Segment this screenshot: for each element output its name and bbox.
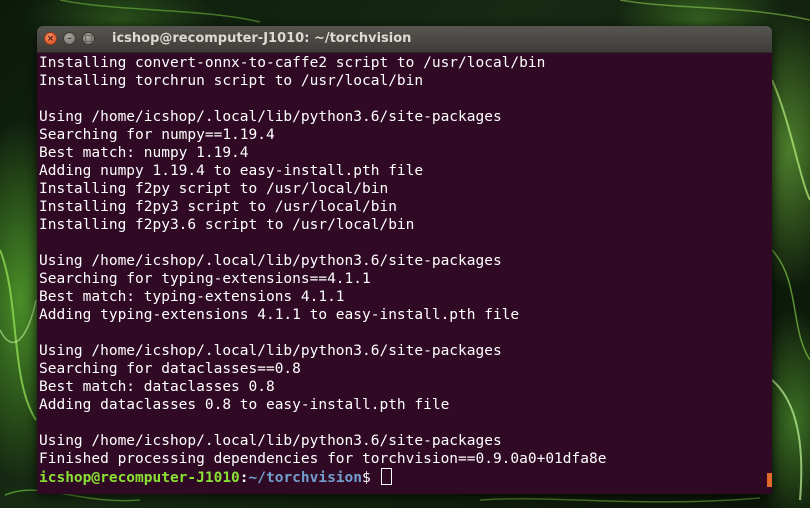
terminal-line: Using /home/icshop/.local/lib/python3.6/… bbox=[39, 433, 502, 449]
terminal-line: Installing convert-onnx-to-caffe2 script… bbox=[39, 55, 546, 71]
window-titlebar[interactable]: × – □ icshop@recomputer-J1010: ~/torchvi… bbox=[37, 26, 772, 53]
close-button[interactable]: × bbox=[44, 32, 57, 45]
maximize-button[interactable]: □ bbox=[82, 32, 95, 45]
text-cursor bbox=[380, 468, 392, 485]
terminal-line: Best match: dataclasses 0.8 bbox=[39, 379, 275, 395]
terminal-line: Searching for dataclasses==0.8 bbox=[39, 361, 301, 377]
terminal-line: Adding dataclasses 0.8 to easy-install.p… bbox=[39, 397, 450, 413]
terminal-line: Best match: numpy 1.19.4 bbox=[39, 145, 249, 161]
terminal-line: Using /home/icshop/.local/lib/python3.6/… bbox=[39, 253, 502, 269]
prompt-user-host: icshop@recomputer-J1010 bbox=[39, 470, 240, 486]
close-icon: × bbox=[46, 33, 55, 44]
scroll-indicator bbox=[767, 473, 772, 487]
prompt-symbol: $ bbox=[362, 470, 380, 486]
prompt-separator: : bbox=[239, 470, 249, 486]
maximize-icon: □ bbox=[84, 33, 93, 44]
terminal-line: Searching for typing-extensions==4.1.1 bbox=[39, 271, 371, 287]
terminal-output[interactable]: Installing convert-onnx-to-caffe2 script… bbox=[37, 53, 772, 494]
terminal-line: Installing f2py script to /usr/local/bin bbox=[39, 181, 389, 197]
terminal-line: Installing f2py3 script to /usr/local/bi… bbox=[39, 199, 397, 215]
terminal-line: Using /home/icshop/.local/lib/python3.6/… bbox=[39, 343, 502, 359]
terminal-line: Using /home/icshop/.local/lib/python3.6/… bbox=[39, 109, 502, 125]
terminal-line: Adding numpy 1.19.4 to easy-install.pth … bbox=[39, 163, 424, 179]
terminal-lines: Installing convert-onnx-to-caffe2 script… bbox=[39, 54, 772, 468]
prompt-path: ~/torchvision bbox=[248, 470, 363, 486]
terminal-line: Best match: typing-extensions 4.1.1 bbox=[39, 289, 345, 305]
terminal-line: Adding typing-extensions 4.1.1 to easy-i… bbox=[39, 307, 520, 323]
minimize-icon: – bbox=[67, 33, 72, 44]
terminal-line: Installing f2py3.6 script to /usr/local/… bbox=[39, 217, 415, 233]
minimize-button[interactable]: – bbox=[63, 32, 76, 45]
terminal-line: Finished processing dependencies for tor… bbox=[39, 451, 607, 467]
prompt-line[interactable]: icshop@recomputer-J1010:~/torchvision$ bbox=[39, 468, 772, 486]
terminal-line: Installing torchrun script to /usr/local… bbox=[39, 73, 424, 89]
window-title: icshop@recomputer-J1010: ~/torchvision bbox=[112, 31, 412, 46]
terminal-line: Searching for numpy==1.19.4 bbox=[39, 127, 275, 143]
terminal-window[interactable]: × – □ icshop@recomputer-J1010: ~/torchvi… bbox=[37, 26, 772, 494]
